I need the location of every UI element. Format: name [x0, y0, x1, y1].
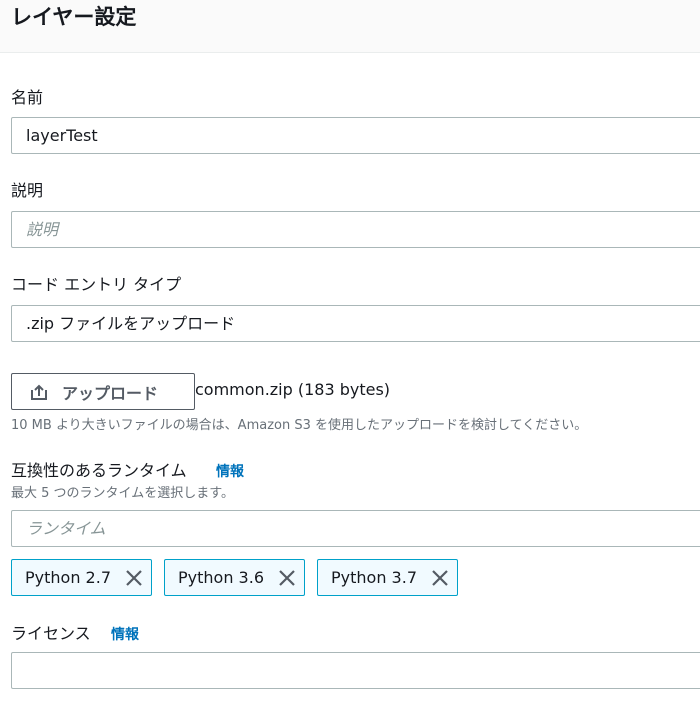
upload-button[interactable]: アップロード: [11, 373, 195, 410]
runtime-token-label: Python 2.7: [25, 568, 111, 587]
upload-size-hint: 10 MB より大きいファイルの場合は、Amazon S3 を使用したアップロー…: [11, 418, 588, 433]
runtime-token: Python 3.7: [317, 559, 458, 596]
name-label: 名前: [11, 88, 44, 107]
compatible-runtimes-label: 互換性のあるランタイム: [11, 461, 187, 480]
license-label: ライセンス: [11, 624, 91, 643]
close-icon[interactable]: [125, 569, 143, 587]
name-input[interactable]: [11, 117, 700, 154]
description-input[interactable]: [11, 211, 700, 248]
runtimes-info-link[interactable]: 情報: [216, 463, 244, 481]
code-entry-type-select[interactable]: .zip ファイルをアップロード: [11, 305, 700, 342]
runtime-search-input[interactable]: [11, 510, 700, 547]
license-input[interactable]: [11, 652, 700, 689]
close-icon[interactable]: [278, 569, 296, 587]
page-title: レイヤー設定: [11, 5, 137, 29]
close-icon[interactable]: [431, 569, 449, 587]
license-info-link[interactable]: 情報: [111, 626, 139, 644]
description-label: 説明: [11, 181, 44, 200]
runtime-token-label: Python 3.6: [178, 568, 264, 587]
runtime-token: Python 3.6: [164, 559, 305, 596]
upload-icon: [31, 384, 47, 400]
upload-button-label: アップロード: [62, 383, 159, 403]
page-header: レイヤー設定: [0, 0, 700, 53]
runtime-token-label: Python 3.7: [331, 568, 417, 587]
uploaded-file-info: common.zip (183 bytes): [195, 380, 391, 399]
runtime-token: Python 2.7: [11, 559, 152, 596]
runtimes-hint: 最大 5 つのランタイムを選択します。: [11, 486, 234, 501]
code-entry-type-label: コード エントリ タイプ: [11, 275, 182, 294]
